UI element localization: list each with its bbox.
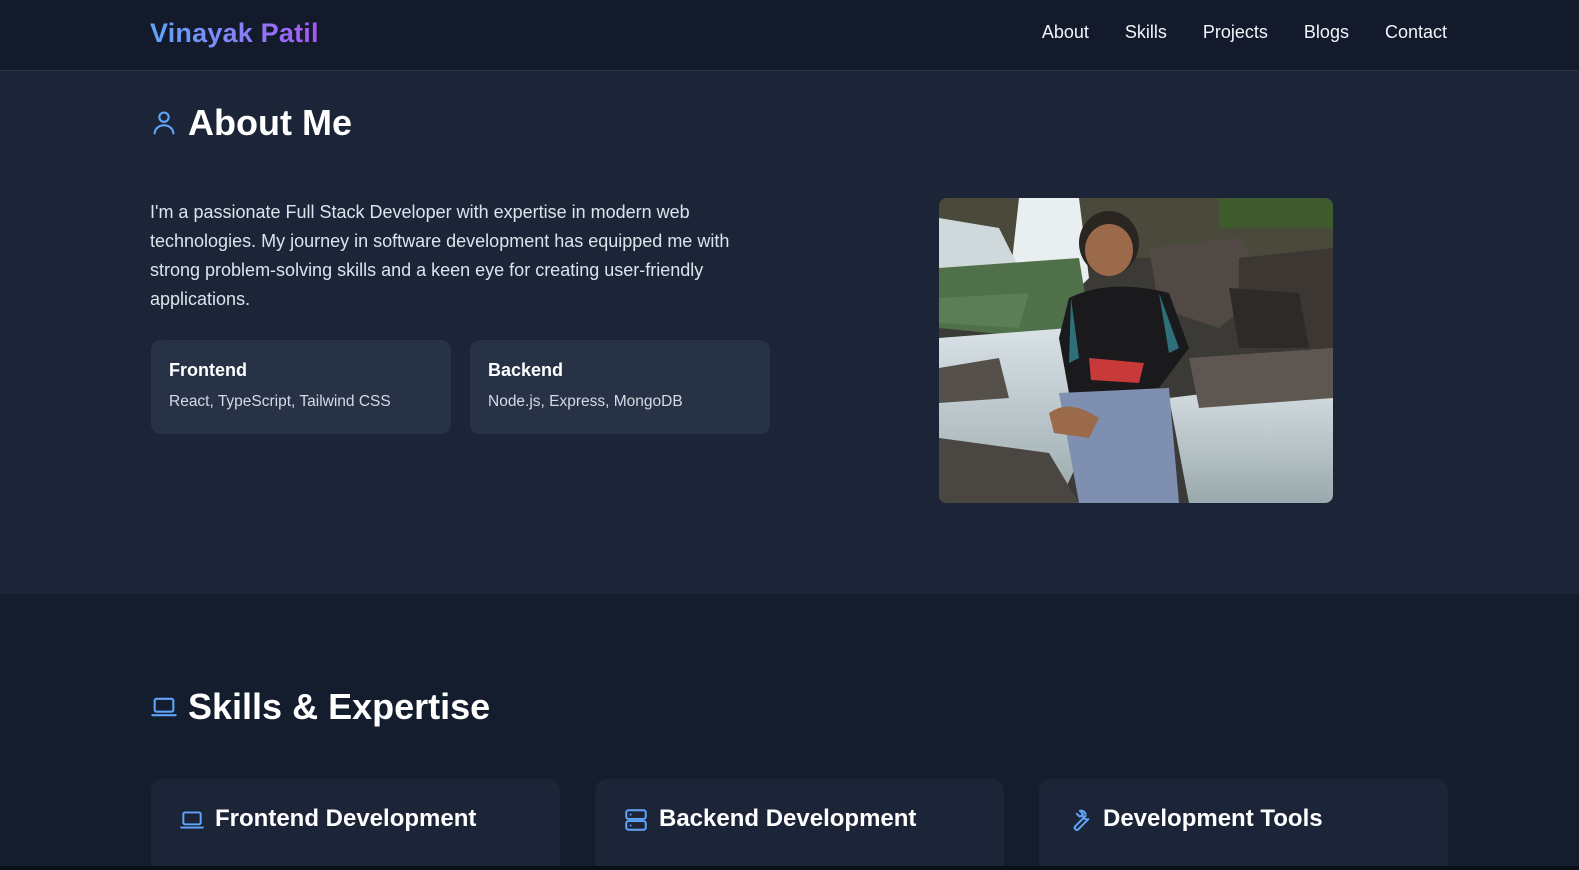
server-icon (623, 807, 649, 833)
frontend-card: Frontend React, TypeScript, Tailwind CSS (151, 340, 451, 434)
nav-link-skills[interactable]: Skills (1125, 22, 1167, 43)
skill-card-title: Development Tools (1103, 805, 1323, 832)
laptop-icon (150, 693, 178, 721)
brand-logo[interactable]: Vinayak Patil (150, 18, 319, 49)
profile-photo (939, 198, 1333, 503)
backend-card-title: Backend (488, 360, 564, 380)
skill-card-tools: Development Tools (1039, 779, 1448, 870)
nav-link-projects[interactable]: Projects (1203, 22, 1268, 43)
skills-title-text: Skills & Expertise (188, 686, 491, 727)
nav-link-about[interactable]: About (1042, 22, 1089, 43)
wrench-icon (1067, 807, 1093, 833)
skill-card-title: Frontend Development (215, 805, 477, 832)
page-bottom-edge (0, 866, 1579, 870)
skill-card-backend: Backend Development (595, 779, 1004, 870)
nav-link-blogs[interactable]: Blogs (1304, 22, 1349, 43)
skill-card-frontend: Frontend Development (151, 779, 560, 870)
user-icon (150, 109, 178, 137)
frontend-card-desc: React, TypeScript, Tailwind CSS (169, 393, 391, 410)
about-title-text: About Me (188, 102, 352, 143)
nav-link-contact[interactable]: Contact (1385, 22, 1447, 43)
frontend-card-title: Frontend (169, 360, 247, 380)
about-description: I'm a passionate Full Stack Developer wi… (150, 202, 730, 309)
navbar: Vinayak Patil About Skills Projects Blog… (0, 0, 1579, 71)
backend-card: Backend Node.js, Express, MongoDB (470, 340, 770, 434)
nav-links: About Skills Projects Blogs Contact (1042, 22, 1447, 43)
skills-section: Skills & Expertise Frontend Development … (0, 594, 1579, 870)
skill-card-title: Backend Development (659, 805, 917, 832)
about-section: About Me I'm a passionate Full Stack Dev… (0, 72, 1579, 594)
laptop-icon (179, 807, 205, 833)
about-title: About Me (150, 102, 352, 144)
skills-title: Skills & Expertise (150, 686, 490, 728)
backend-card-desc: Node.js, Express, MongoDB (488, 393, 683, 410)
